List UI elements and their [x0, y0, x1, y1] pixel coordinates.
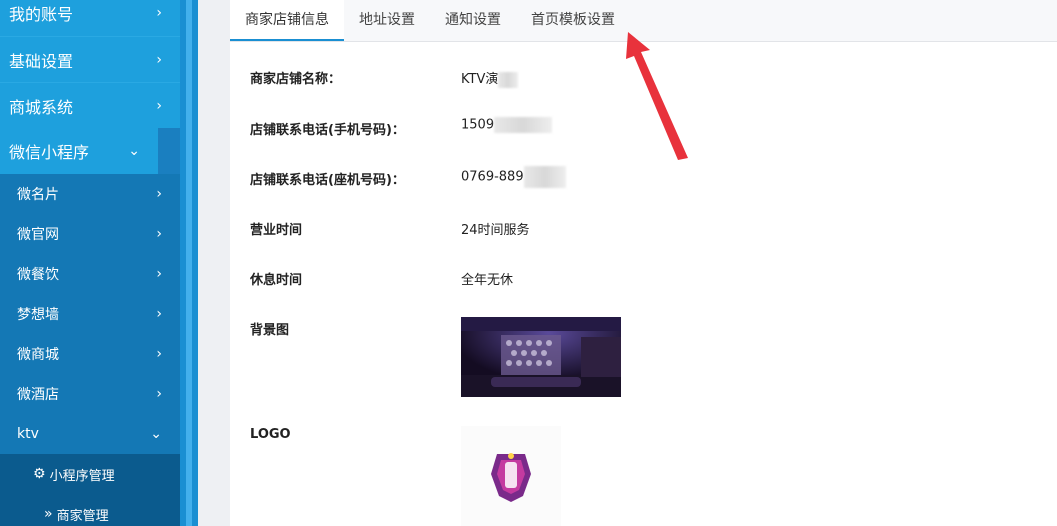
rest-time-value: 全年无休 [461, 273, 514, 288]
sidebar-item-label: 基础设置 [9, 51, 74, 71]
rest-time-label: 休息时间 [250, 273, 303, 288]
chevron-right-icon: › [156, 186, 162, 202]
sidebar-item-label: 微信小程序 [9, 143, 90, 162]
chevron-down-icon: ⌄ [128, 143, 140, 159]
submenu-ktv: ⚙ 小程序管理 » 商家管理 [0, 454, 180, 526]
sidebar-item-label: 微商城 [17, 347, 59, 363]
business-hours-label: 营业时间 [250, 223, 303, 238]
sidebar: 我的账号 › 基础设置 › 商城系统 › 微信小程序 ⌄ 微名片 › 微官网 ›… [0, 0, 180, 526]
main-content: 商家店铺信息 地址设置 通知设置 首页模板设置 商家店铺名称： KTV演 店铺联… [198, 0, 1057, 526]
sidebar-item-label: 梦想墙 [17, 307, 59, 323]
business-hours-value: 24时间服务 [461, 223, 530, 238]
tab-homepage-template[interactable]: 首页模板设置 [516, 0, 630, 41]
sidebar-item-wechat-miniprogram[interactable]: 微信小程序 ⌄ [0, 128, 158, 174]
content-panel: 商家店铺信息 地址设置 通知设置 首页模板设置 商家店铺名称： KTV演 店铺联… [230, 0, 1057, 526]
sidebar-item-business-card[interactable]: 微名片 › [0, 174, 180, 214]
chevron-right-icon: › [156, 386, 162, 402]
gear-icon: ⚙ [33, 466, 46, 482]
sidebar-item-basic-settings[interactable]: 基础设置 › [0, 36, 180, 82]
background-image[interactable] [461, 317, 621, 397]
store-name-label: 商家店铺名称： [250, 72, 342, 87]
store-name-text: KTV演 [461, 72, 499, 87]
sidebar-item-mall[interactable]: 微商城 › [0, 334, 180, 374]
mobile-value: 1509 [461, 117, 553, 133]
sidebar-item-label: 商城系统 [9, 97, 74, 117]
landline-label: 店铺联系电话(座机号码)： [250, 173, 405, 188]
sidebar-item-merchant-manage[interactable]: » 商家管理 [0, 494, 180, 526]
sidebar-item-label: 我的账号 [9, 4, 74, 24]
store-name-value: KTV演 [461, 68, 519, 88]
sidebar-item-official-site[interactable]: 微官网 › [0, 214, 180, 254]
chevron-right-icon: › [156, 226, 162, 242]
landline-value: 0769-889 [461, 166, 566, 188]
sidebar-item-mall-system[interactable]: 商城系统 › [0, 82, 180, 128]
sidebar-item-catering[interactable]: 微餐饮 › [0, 254, 180, 294]
background-image-label: 背景图 [250, 323, 290, 338]
chevron-right-icon: › [156, 97, 162, 114]
sidebar-item-label: 微名片 [17, 187, 59, 203]
tab-store-info[interactable]: 商家店铺信息 [230, 0, 344, 41]
chevron-right-icon: › [156, 4, 162, 21]
chevron-right-icon: › [156, 266, 162, 282]
sidebar-item-label: 小程序管理 [49, 468, 115, 484]
sidebar-item-hotel[interactable]: 微酒店 › [0, 374, 180, 414]
submenu-miniprogram: 微名片 › 微官网 › 微餐饮 › 梦想墙 › 微商城 › 微酒店 › ktv … [0, 174, 180, 526]
mobile-label: 店铺联系电话(手机号码)： [250, 123, 405, 138]
sidebar-item-label: 商家管理 [56, 508, 109, 524]
sidebar-item-label: 微官网 [17, 227, 59, 243]
sidebar-scrollbar[interactable] [180, 0, 198, 526]
chevron-right-icon: › [156, 51, 162, 68]
tab-address-settings[interactable]: 地址设置 [344, 0, 430, 41]
sidebar-item-dream-wall[interactable]: 梦想墙 › [0, 294, 180, 334]
tab-notification-settings[interactable]: 通知设置 [430, 0, 516, 41]
mobile-text: 1509 [461, 117, 495, 133]
chevron-right-icon: › [156, 306, 162, 322]
redacted-blur [523, 166, 566, 188]
redacted-blur [494, 117, 553, 133]
sidebar-item-label: 微餐饮 [17, 267, 59, 283]
logo-label: LOGO [250, 427, 291, 442]
sidebar-item-ktv[interactable]: ktv ⌄ [0, 414, 180, 454]
redacted-blur [498, 71, 519, 88]
double-chevron-right-icon: » [44, 506, 53, 522]
landline-text: 0769-889 [461, 169, 524, 185]
sidebar-item-label: 微酒店 [17, 387, 59, 403]
logo-image[interactable] [461, 426, 561, 526]
tab-bar: 商家店铺信息 地址设置 通知设置 首页模板设置 [230, 0, 1057, 42]
chevron-right-icon: › [156, 346, 162, 362]
sidebar-item-my-account[interactable]: 我的账号 › [0, 0, 180, 36]
annotation-arrow [626, 32, 688, 160]
chevron-down-icon: ⌄ [150, 426, 162, 442]
sidebar-item-label: ktv [17, 426, 39, 442]
sidebar-item-miniprogram-manage[interactable]: ⚙ 小程序管理 [0, 454, 180, 494]
